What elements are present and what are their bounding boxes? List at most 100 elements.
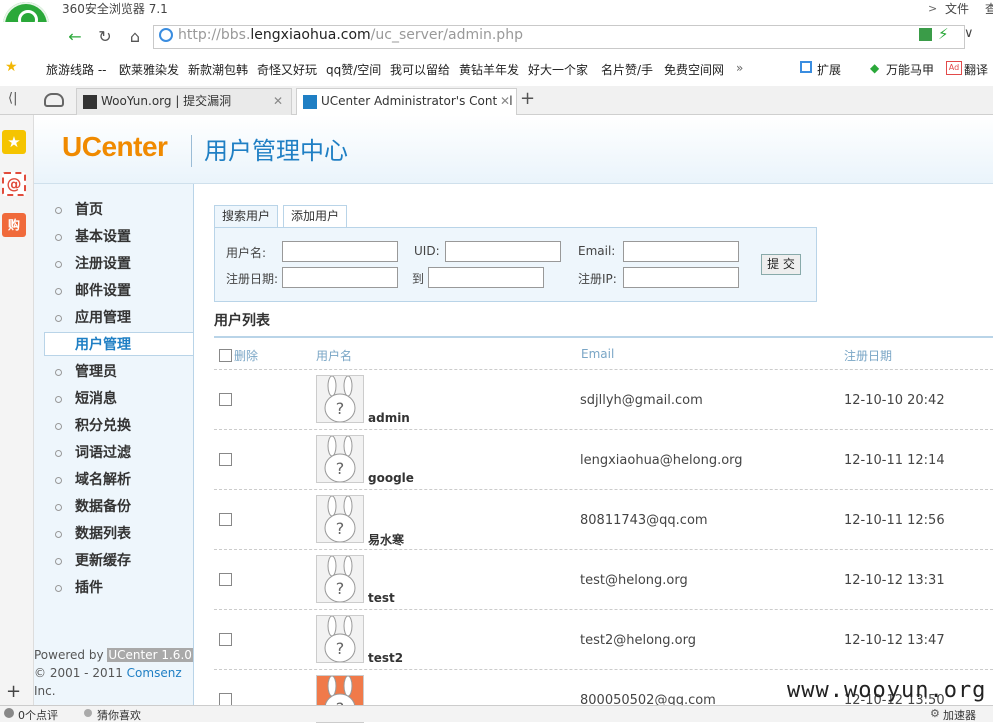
browser-sidebar bbox=[0, 115, 34, 705]
wooyun-favicon-icon bbox=[83, 94, 97, 109]
sidebar-item-data-backup[interactable]: 数据备份 bbox=[55, 494, 194, 520]
chevron-right-icon[interactable]: > bbox=[928, 2, 937, 15]
shopping-icon[interactable]: 购 bbox=[2, 213, 26, 237]
sidebar-item-plugins[interactable]: 插件 bbox=[55, 575, 194, 601]
regip-input[interactable] bbox=[623, 267, 739, 288]
add-icon[interactable]: + bbox=[6, 681, 21, 702]
menu-view[interactable]: 查 bbox=[985, 0, 993, 17]
version-link[interactable]: UCenter 1.6.0 bbox=[107, 648, 193, 662]
extensions-button[interactable]: 扩展 bbox=[817, 61, 841, 78]
regdate-label: 注册日期: bbox=[226, 272, 279, 286]
avatar: ? bbox=[316, 615, 364, 663]
select-all-checkbox[interactable] bbox=[219, 349, 232, 362]
chevron-down-icon[interactable]: ∨ bbox=[964, 26, 974, 41]
header-email: Email bbox=[581, 347, 615, 361]
row-checkbox[interactable] bbox=[219, 513, 232, 526]
email-cell: test2@helong.org bbox=[580, 633, 696, 648]
list-divider bbox=[214, 336, 993, 338]
bookmark-2[interactable]: 欧莱雅染发 bbox=[119, 61, 179, 78]
home-icon[interactable]: ⌂ bbox=[124, 26, 146, 48]
header-username: 用户名 bbox=[316, 349, 353, 363]
email-input[interactable] bbox=[623, 241, 739, 262]
username-input[interactable] bbox=[282, 241, 398, 262]
mask-icon[interactable]: ◆ bbox=[870, 61, 879, 75]
bookmark-1[interactable]: 旅游线路 -- bbox=[46, 61, 106, 78]
sidebar-toggle-icon[interactable]: ⟨| bbox=[8, 91, 17, 106]
bookmark-4[interactable]: 奇怪又好玩 bbox=[257, 61, 317, 78]
sidebar-item-basic-settings[interactable]: 基本设置 bbox=[55, 224, 194, 250]
username-link[interactable]: admin bbox=[368, 411, 410, 425]
cloud-icon[interactable] bbox=[44, 93, 64, 107]
sidebar-item-word-filter[interactable]: 词语过滤 bbox=[55, 440, 194, 466]
bookmark-9[interactable]: 名片赞/手 bbox=[601, 61, 653, 78]
tab-add-user[interactable]: 添加用户 bbox=[283, 205, 347, 229]
svg-text:?: ? bbox=[336, 579, 345, 598]
tab-ucenter[interactable]: UCenter Administrator's Control ✕ bbox=[296, 88, 517, 116]
mask-button[interactable]: 万能马甲 bbox=[886, 61, 934, 78]
username-link[interactable]: test2 bbox=[368, 651, 403, 665]
regdate-from-input[interactable] bbox=[282, 267, 398, 288]
bookmark-3[interactable]: 新款潮包韩 bbox=[188, 61, 248, 78]
favorites-star-icon[interactable]: ★ bbox=[5, 59, 18, 75]
close-tab-icon[interactable]: ✕ bbox=[273, 89, 283, 113]
sidebar-item-data-list[interactable]: 数据列表 bbox=[55, 521, 194, 547]
sidebar-item-update-cache[interactable]: 更新缓存 bbox=[55, 548, 194, 574]
bookmark-6[interactable]: 我可以留给 bbox=[390, 61, 450, 78]
row-divider bbox=[214, 609, 993, 610]
avatar: ? bbox=[316, 495, 364, 543]
ucenter-favicon-icon bbox=[303, 94, 317, 109]
new-tab-icon[interactable]: + bbox=[520, 88, 535, 109]
sidebar-item-admins[interactable]: 管理员 bbox=[55, 359, 194, 385]
row-checkbox[interactable] bbox=[219, 453, 232, 466]
username-link[interactable]: test bbox=[368, 591, 395, 605]
bookmark-8[interactable]: 好大一个家 bbox=[528, 61, 588, 78]
email-cell: lengxiaohua@helong.org bbox=[580, 453, 743, 468]
translate-button[interactable]: 翻译 bbox=[964, 61, 988, 78]
sidebar-item-mail-settings[interactable]: 邮件设置 bbox=[55, 278, 194, 304]
sidebar-item-register-settings[interactable]: 注册设置 bbox=[55, 251, 194, 277]
email-cell: sdjllyh@gmail.com bbox=[580, 393, 703, 408]
svg-text:?: ? bbox=[336, 399, 345, 418]
submit-button[interactable]: 提 交 bbox=[761, 254, 801, 275]
sidebar-item-home[interactable]: 首页 bbox=[55, 197, 194, 223]
extensions-icon[interactable] bbox=[800, 61, 812, 73]
menu-file[interactable]: 文件 bbox=[945, 0, 969, 17]
refresh-icon[interactable]: ↻ bbox=[94, 26, 116, 48]
qrcode-icon[interactable] bbox=[919, 28, 932, 41]
user-list-title: 用户列表 bbox=[214, 313, 270, 329]
ucenter-logo: UCenter bbox=[62, 131, 168, 162]
username-link[interactable]: 易水寒 bbox=[368, 531, 404, 548]
username-link[interactable]: google bbox=[368, 471, 414, 485]
regdate-cell: 12-10-11 12:56 bbox=[844, 513, 945, 528]
sidebar-item-user-management[interactable]: 用户管理 bbox=[44, 332, 193, 356]
more-bookmarks-icon[interactable]: » bbox=[736, 61, 743, 75]
row-checkbox[interactable] bbox=[219, 573, 232, 586]
row-checkbox[interactable] bbox=[219, 633, 232, 646]
bookmark-5[interactable]: qq赞/空间 bbox=[326, 61, 381, 78]
window-title: 360安全浏览器 7.1 bbox=[62, 2, 168, 16]
tab-search-user[interactable]: 搜索用户 bbox=[214, 205, 278, 229]
lightning-icon[interactable]: ⚡ bbox=[938, 25, 949, 43]
close-tab-icon[interactable]: ✕ bbox=[496, 89, 510, 113]
bookmark-10[interactable]: 免费空间网 bbox=[664, 61, 724, 78]
row-checkbox[interactable] bbox=[219, 393, 232, 406]
sidebar-item-app-management[interactable]: 应用管理 bbox=[55, 305, 194, 331]
translate-icon[interactable]: Ad bbox=[946, 61, 962, 75]
url-text: http://bbs.lengxiaohua.com/uc_server/adm… bbox=[178, 27, 523, 43]
uid-input[interactable] bbox=[445, 241, 561, 262]
search-form bbox=[214, 227, 817, 302]
mail-icon[interactable]: @ bbox=[2, 172, 26, 196]
globe-icon bbox=[159, 28, 173, 42]
regdate-to-input[interactable] bbox=[428, 267, 544, 288]
sidebar-item-credit-exchange[interactable]: 积分兑换 bbox=[55, 413, 194, 439]
email-cell: 80811743@qq.com bbox=[580, 513, 708, 528]
bookmark-7[interactable]: 黄钻羊年发 bbox=[459, 61, 519, 78]
back-arrow-icon[interactable]: ← bbox=[64, 26, 86, 48]
tab-wooyun[interactable]: WooYun.org | 提交漏洞 ✕ bbox=[76, 88, 292, 115]
sidebar-item-domain-resolve[interactable]: 域名解析 bbox=[55, 467, 194, 493]
favorites-icon[interactable]: ★ bbox=[2, 130, 26, 154]
powered-by: Powered by UCenter 1.6.0 © 2001 - 2011 C… bbox=[34, 648, 193, 698]
comsenz-link[interactable]: Comsenz bbox=[127, 666, 182, 680]
row-divider bbox=[214, 549, 993, 550]
sidebar-item-messages[interactable]: 短消息 bbox=[55, 386, 194, 412]
